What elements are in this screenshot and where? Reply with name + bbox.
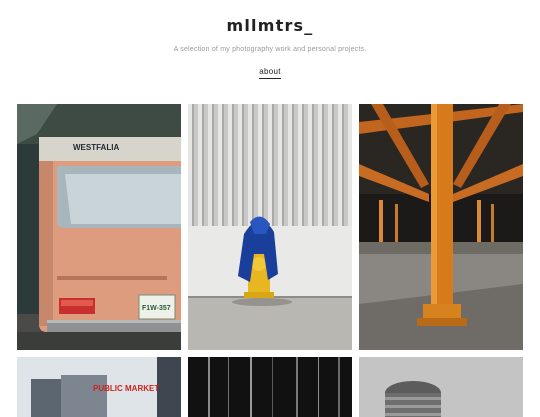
photo-tile-tower[interactable]: [359, 357, 523, 417]
plate-text: F1W-357: [142, 305, 171, 312]
photo-tile-elevated-rail[interactable]: [359, 104, 523, 350]
photo-tile-van[interactable]: WESTFALIA F1W-357: [17, 104, 181, 350]
market-photo: PUBLIC MARKET: [17, 357, 181, 417]
photo-tile-hydrant[interactable]: [188, 104, 352, 350]
forest-photo: [188, 357, 352, 417]
photo-tile-forest[interactable]: [188, 357, 352, 417]
about-link[interactable]: about: [259, 67, 281, 79]
rail-photo: [359, 104, 523, 350]
market-sign-text: PUBLIC MARKET: [93, 384, 159, 393]
van-brand-text: WESTFALIA: [73, 143, 119, 152]
photo-tile-market[interactable]: PUBLIC MARKET: [17, 357, 181, 417]
tower-photo: [359, 357, 523, 417]
about-nav: about: [0, 67, 540, 79]
hydrant-photo: [188, 104, 352, 350]
site-tagline: A selection of my photography work and p…: [173, 46, 367, 53]
site-title[interactable]: mllmtrs_: [0, 16, 540, 35]
photo-grid: WESTFALIA F1W-357 PUBLIC MARKET: [17, 104, 523, 417]
van-photo: WESTFALIA F1W-357: [17, 104, 181, 350]
